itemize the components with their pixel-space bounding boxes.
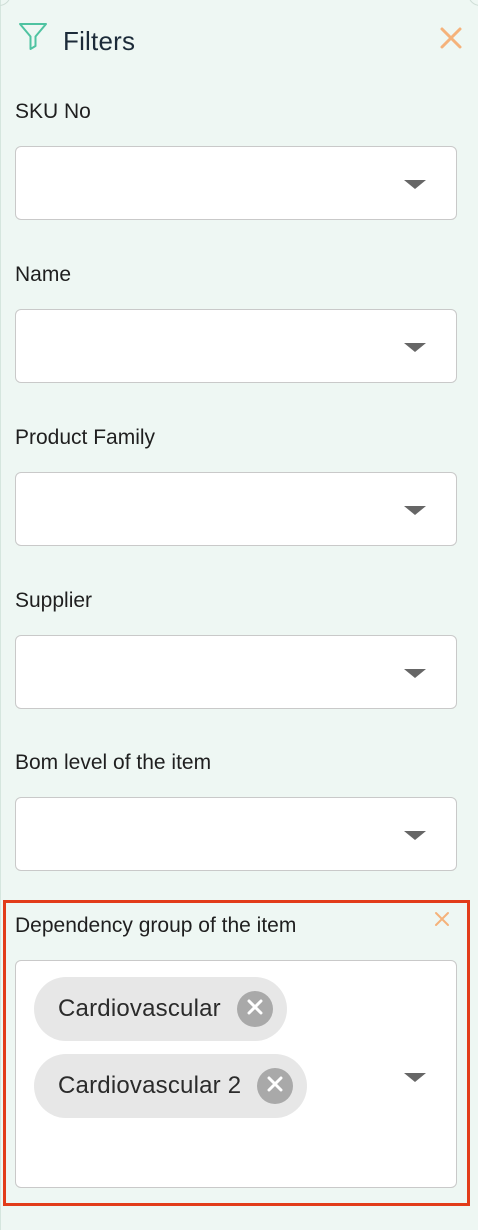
selected-chip: Cardiovascular <box>34 977 287 1041</box>
filters-panel: Filters SKU No Name Product Family Suppl <box>0 0 478 1230</box>
panel-title: Filters <box>63 26 136 56</box>
field-label-bom-level: Bom level of the item <box>15 751 212 774</box>
chevron-down-icon <box>404 180 426 189</box>
filter-dependency-group: Dependency group of the item Cardiovascu… <box>15 910 457 1188</box>
clear-selection-button[interactable] <box>431 910 453 932</box>
panel-corner-right <box>468 0 478 6</box>
field-label-supplier: Supplier <box>15 589 93 612</box>
field-label-sku-no: SKU No <box>15 100 91 123</box>
close-icon <box>267 1076 283 1097</box>
filters-header: Filters <box>15 18 465 64</box>
selected-chip: Cardiovascular 2 <box>34 1054 308 1118</box>
remove-chip-button[interactable] <box>257 1068 294 1104</box>
product-family-select[interactable] <box>15 472 457 546</box>
chevron-down-icon <box>404 1073 426 1082</box>
field-label-dependency-group: Dependency group of the item <box>15 914 297 937</box>
close-icon <box>434 911 450 932</box>
close-icon <box>247 999 263 1020</box>
remove-chip-button[interactable] <box>236 991 273 1027</box>
name-select[interactable] <box>15 309 457 383</box>
dependency-group-select[interactable]: Cardiovascular Cardiovascular 2 <box>15 960 457 1188</box>
sku-no-select[interactable] <box>15 146 457 220</box>
close-button[interactable] <box>437 26 465 54</box>
supplier-select[interactable] <box>15 635 457 709</box>
chevron-down-icon <box>404 506 426 515</box>
chip-label: Cardiovascular 2 <box>58 1072 242 1099</box>
chevron-down-icon <box>404 831 426 840</box>
field-label-product-family: Product Family <box>15 426 156 449</box>
bom-level-select[interactable] <box>15 797 457 871</box>
chip-label: Cardiovascular <box>58 995 221 1022</box>
chevron-down-icon <box>404 669 426 678</box>
chevron-down-icon <box>404 343 426 352</box>
field-label-name: Name <box>15 263 72 286</box>
filter-icon <box>17 20 49 52</box>
panel-corner-left <box>0 0 11 6</box>
close-icon <box>439 26 463 55</box>
